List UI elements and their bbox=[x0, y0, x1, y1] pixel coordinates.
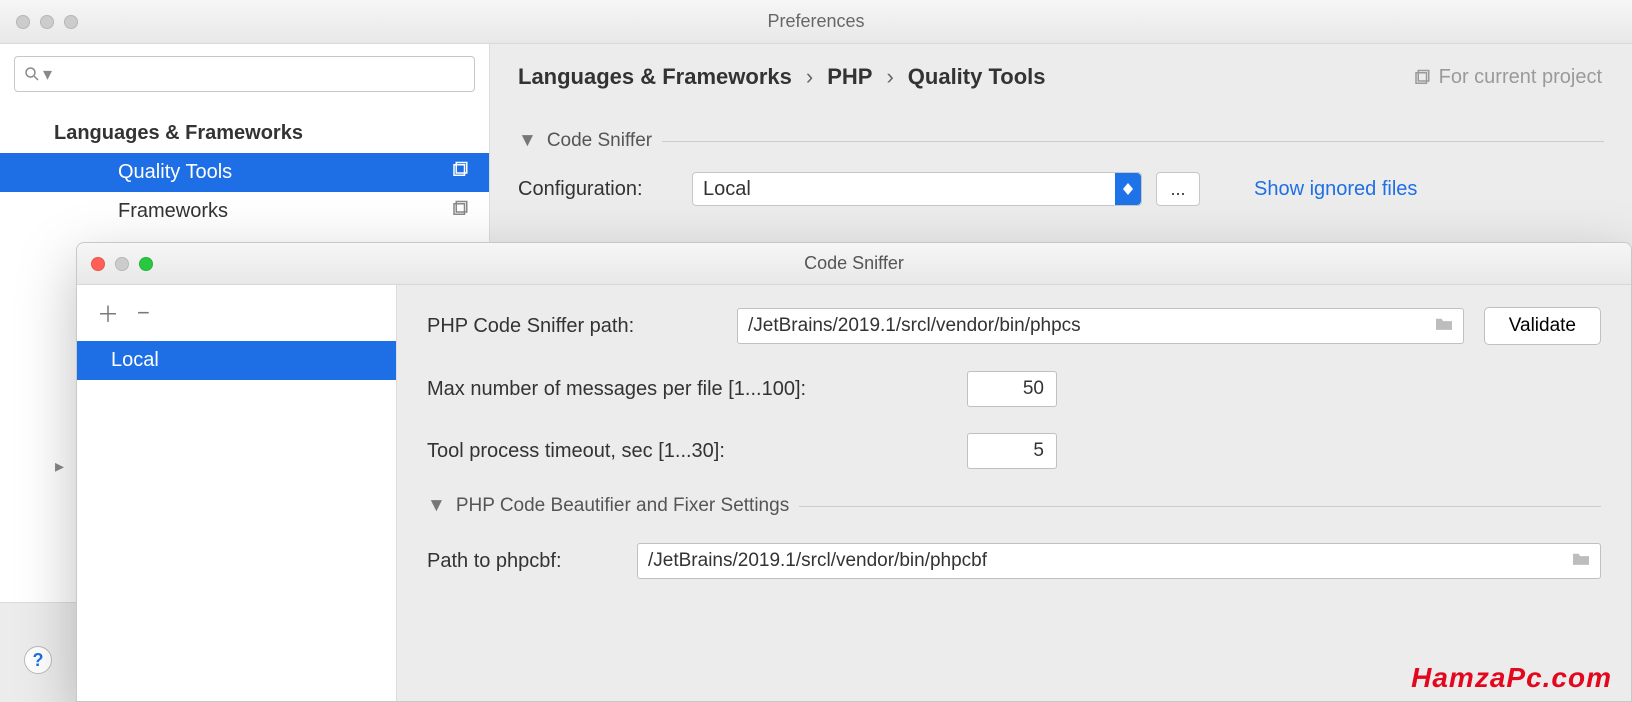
configuration-browse-button[interactable]: ... bbox=[1156, 172, 1200, 206]
traffic-lights bbox=[77, 257, 153, 271]
timeout-label: Tool process timeout, sec [1...30]: bbox=[427, 440, 947, 463]
search-icon bbox=[23, 65, 41, 83]
folder-icon[interactable] bbox=[1434, 315, 1454, 338]
sidebar-collapse-icon[interactable]: ▸ bbox=[55, 456, 64, 477]
section-beautifier[interactable]: ▼ PHP Code Beautifier and Fixer Settings bbox=[427, 495, 1601, 517]
sidebar-item-frameworks[interactable]: Frameworks bbox=[0, 192, 489, 231]
traffic-light-close[interactable] bbox=[16, 15, 30, 29]
dropdown-toggle-icon bbox=[1115, 173, 1141, 205]
chevron-down-icon: ▼ bbox=[518, 130, 537, 152]
phpcbf-path-label: Path to phpcbf: bbox=[427, 550, 617, 573]
folder-icon[interactable] bbox=[1571, 550, 1591, 573]
watermark-text: HamzaPc.com bbox=[1411, 662, 1612, 694]
dialog-sidebar: ＋ − Local bbox=[77, 285, 397, 701]
breadcrumb-item[interactable]: Languages & Frameworks bbox=[518, 64, 792, 90]
sidebar-item-label: Frameworks bbox=[118, 200, 228, 223]
project-scope-icon bbox=[1413, 69, 1431, 87]
phpcbf-path-input[interactable] bbox=[637, 543, 1601, 579]
traffic-light-zoom[interactable] bbox=[139, 257, 153, 271]
for-current-project-label: For current project bbox=[1413, 66, 1602, 89]
preferences-titlebar: Preferences bbox=[0, 0, 1632, 44]
sidebar-item-label: Quality Tools bbox=[118, 161, 232, 184]
remove-button[interactable]: − bbox=[137, 300, 150, 326]
preferences-title: Preferences bbox=[0, 11, 1632, 32]
breadcrumb-separator-icon: › bbox=[886, 64, 893, 90]
configuration-label: Configuration: bbox=[518, 178, 678, 201]
dialog-main: PHP Code Sniffer path: Validate Max numb… bbox=[397, 285, 1631, 701]
timeout-input[interactable] bbox=[967, 433, 1057, 469]
breadcrumb-item[interactable]: Quality Tools bbox=[908, 64, 1046, 90]
chevron-down-icon: ▼ bbox=[427, 495, 446, 517]
breadcrumb-item[interactable]: PHP bbox=[827, 64, 872, 90]
max-messages-input[interactable] bbox=[967, 371, 1057, 407]
search-field[interactable] bbox=[58, 64, 466, 84]
phpcs-path-input[interactable] bbox=[737, 308, 1464, 344]
sidebar-group-languages-frameworks[interactable]: Languages & Frameworks bbox=[0, 114, 489, 153]
sidebar-item-quality-tools[interactable]: Quality Tools bbox=[0, 153, 489, 192]
traffic-light-close[interactable] bbox=[91, 257, 105, 271]
add-button[interactable]: ＋ bbox=[97, 297, 119, 329]
configuration-dropdown[interactable]: Local bbox=[692, 172, 1142, 206]
breadcrumb-separator-icon: › bbox=[806, 64, 813, 90]
project-scope-icon bbox=[451, 161, 469, 185]
max-messages-label: Max number of messages per file [1...100… bbox=[427, 378, 947, 401]
help-button[interactable]: ? bbox=[24, 646, 52, 674]
search-input[interactable]: ▾ bbox=[14, 56, 475, 92]
phpcs-path-label: PHP Code Sniffer path: bbox=[427, 315, 717, 338]
traffic-light-minimize[interactable] bbox=[115, 257, 129, 271]
validate-button[interactable]: Validate bbox=[1484, 307, 1601, 345]
traffic-light-minimize[interactable] bbox=[40, 15, 54, 29]
dialog-titlebar: Code Sniffer bbox=[77, 243, 1631, 285]
traffic-lights bbox=[0, 15, 78, 29]
section-code-sniffer[interactable]: ▼ Code Sniffer bbox=[518, 130, 1604, 152]
code-sniffer-dialog: Code Sniffer ＋ − Local PHP Code Sniffer … bbox=[76, 242, 1632, 702]
dropdown-value: Local bbox=[703, 178, 751, 201]
config-list-item-local[interactable]: Local bbox=[77, 341, 396, 380]
show-ignored-files-link[interactable]: Show ignored files bbox=[1254, 178, 1417, 201]
project-scope-icon bbox=[451, 200, 469, 224]
traffic-light-zoom[interactable] bbox=[64, 15, 78, 29]
dialog-title: Code Sniffer bbox=[77, 253, 1631, 274]
